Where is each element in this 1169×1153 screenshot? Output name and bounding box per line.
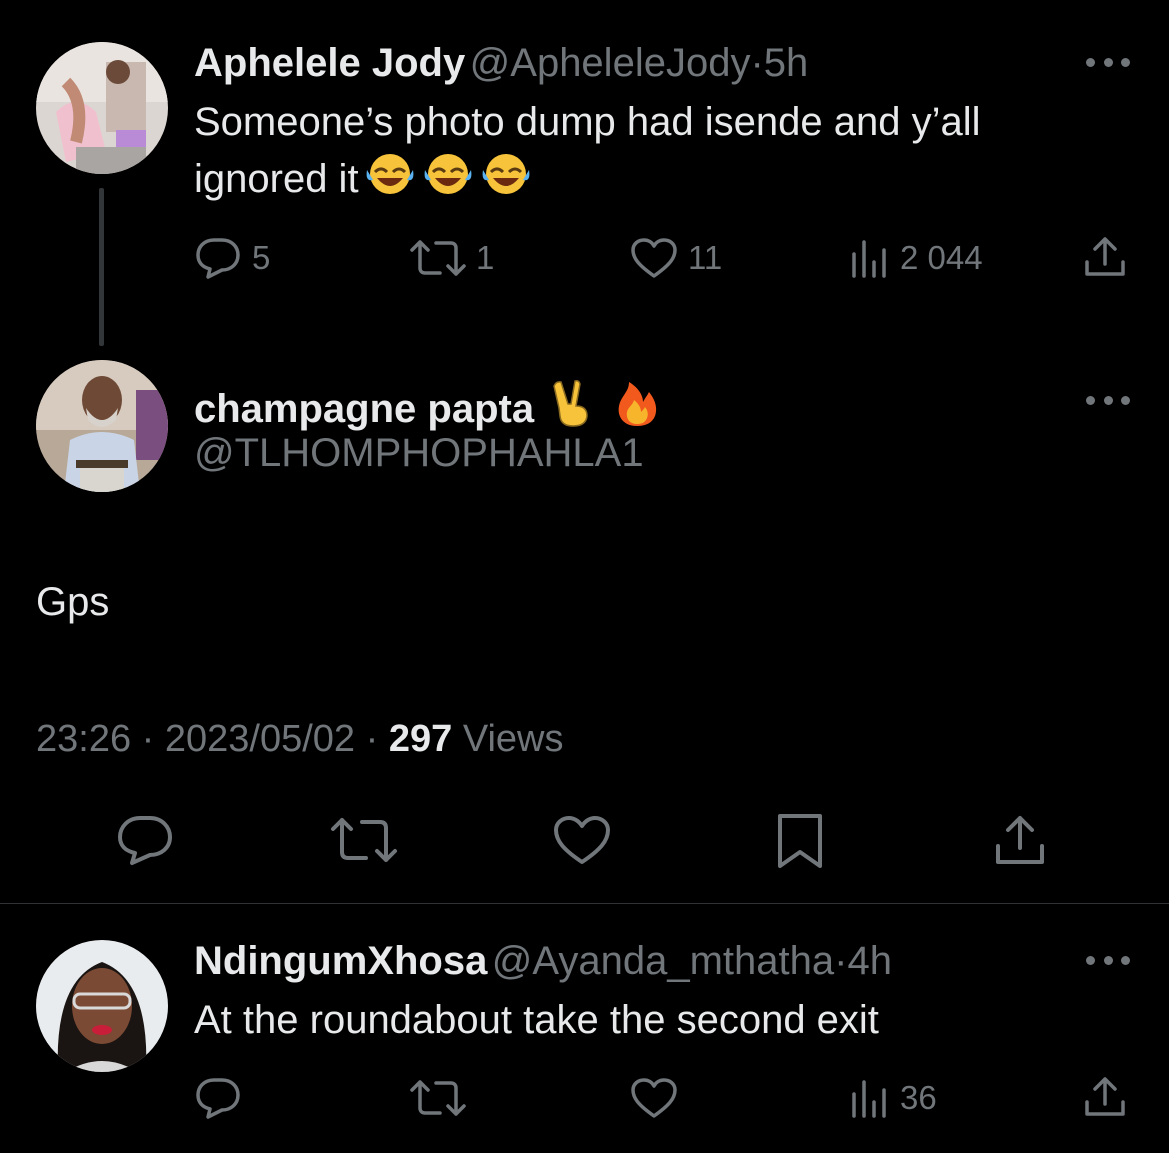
tweet1-text-line2-wrap: ignored it (194, 150, 1134, 213)
tweet2-meta: 23:26 · 2023/05/02 · 297 Views (36, 716, 564, 762)
tweet1-reply-button[interactable]: 5 (194, 236, 270, 280)
avatar-champagne-papta[interactable] (36, 360, 168, 492)
tweet1-like-button[interactable]: 11 (630, 236, 722, 280)
tweet2-views-count[interactable]: 297 (389, 718, 452, 760)
tweet3-header: NdingumXhosa @Ayanda_mthatha·4h (194, 938, 892, 993)
tweet1-handle[interactable]: @ApheleleJody (470, 41, 751, 85)
tweet2-like-button[interactable] (552, 814, 612, 866)
tweet1-retweet-button[interactable]: 1 (410, 236, 494, 280)
views-icon (852, 1080, 886, 1118)
tweet1-time[interactable]: 5h (764, 41, 809, 85)
divider (0, 903, 1169, 904)
reply-icon (118, 816, 172, 865)
retweet-icon (331, 818, 397, 862)
tweet3-views-button[interactable]: 36 (850, 1076, 937, 1120)
tweet3-handle[interactable]: @Ayanda_mthatha (492, 939, 834, 983)
tweet1-view-count: 2 044 (900, 239, 983, 276)
tweet1-display-name[interactable]: Aphelele Jody (194, 41, 465, 85)
tweet1-reply-count: 5 (252, 239, 271, 276)
tweet3-view-count: 36 (900, 1079, 937, 1116)
bookmark-icon (778, 814, 822, 868)
tweet2-handle[interactable]: @TLHOMPHOPHAHLA1 (194, 430, 644, 476)
tweet3-display-name[interactable]: NdingumXhosa (194, 939, 487, 983)
laughing-emoji-icon (479, 150, 533, 213)
tweet2-display-name[interactable]: champagne papta (194, 387, 534, 431)
tweet3-share-button[interactable] (1082, 1074, 1128, 1120)
tweet2-sep2: · (365, 718, 379, 760)
tweet2-bookmark-button[interactable] (774, 812, 826, 870)
tweet1-views-button[interactable]: 2 044 (850, 236, 983, 280)
tweet3-text: At the roundabout take the second exit (194, 998, 879, 1042)
tweet2-text: Gps (36, 580, 110, 624)
tweet3-separator: · (834, 939, 848, 983)
share-icon (1085, 237, 1125, 276)
tweet1-share-button[interactable] (1082, 234, 1128, 280)
thread-connector-line (99, 188, 104, 346)
heart-icon (554, 816, 610, 864)
tweet3-retweet-button[interactable] (410, 1076, 466, 1120)
avatar-aphelele[interactable] (36, 42, 168, 174)
retweet-icon (410, 240, 466, 276)
tweet2-share-button[interactable] (992, 812, 1048, 868)
tweet2-sep1: · (141, 718, 155, 760)
tweet2-more-icon[interactable] (1086, 394, 1130, 406)
tweet3-reply-button[interactable] (194, 1076, 242, 1120)
laughing-emoji-icon (421, 150, 475, 213)
heart-icon (631, 238, 677, 278)
tweet1-text: Someone’s photo dump had isende and y’al… (194, 94, 1134, 213)
tweet3-like-button[interactable] (630, 1076, 678, 1120)
tweet1-like-count: 11 (688, 239, 723, 276)
views-icon (852, 240, 886, 278)
tweet1-text-line1: Someone’s photo dump had isende and y’al… (194, 100, 981, 144)
tweet1-text-line2: ignored it (194, 157, 359, 201)
tweet3-more-icon[interactable] (1086, 954, 1130, 966)
tweet3-time[interactable]: 4h (847, 939, 892, 983)
tweet1-more-icon[interactable] (1086, 56, 1130, 68)
share-icon (1085, 1077, 1125, 1116)
share-icon (996, 816, 1044, 864)
reply-icon (196, 1078, 240, 1119)
heart-icon (631, 1078, 677, 1118)
tweet1-separator: · (750, 41, 764, 85)
tweet2-views-label[interactable]: Views (463, 718, 564, 760)
avatar-ndingumxhosa[interactable] (36, 940, 168, 1072)
tweet2-time[interactable]: 23:26 (36, 718, 131, 760)
tweet2-reply-button[interactable] (116, 814, 174, 866)
tweet1-header: Aphelele Jody @ApheleleJody·5h (194, 40, 808, 95)
tweet2-date[interactable]: 2023/05/02 (165, 718, 355, 760)
retweet-icon (410, 1080, 466, 1116)
laughing-emoji-icon (363, 150, 417, 213)
tweet2-retweet-button[interactable] (330, 814, 398, 866)
reply-icon (196, 238, 240, 279)
tweet1-retweet-count: 1 (476, 239, 495, 276)
